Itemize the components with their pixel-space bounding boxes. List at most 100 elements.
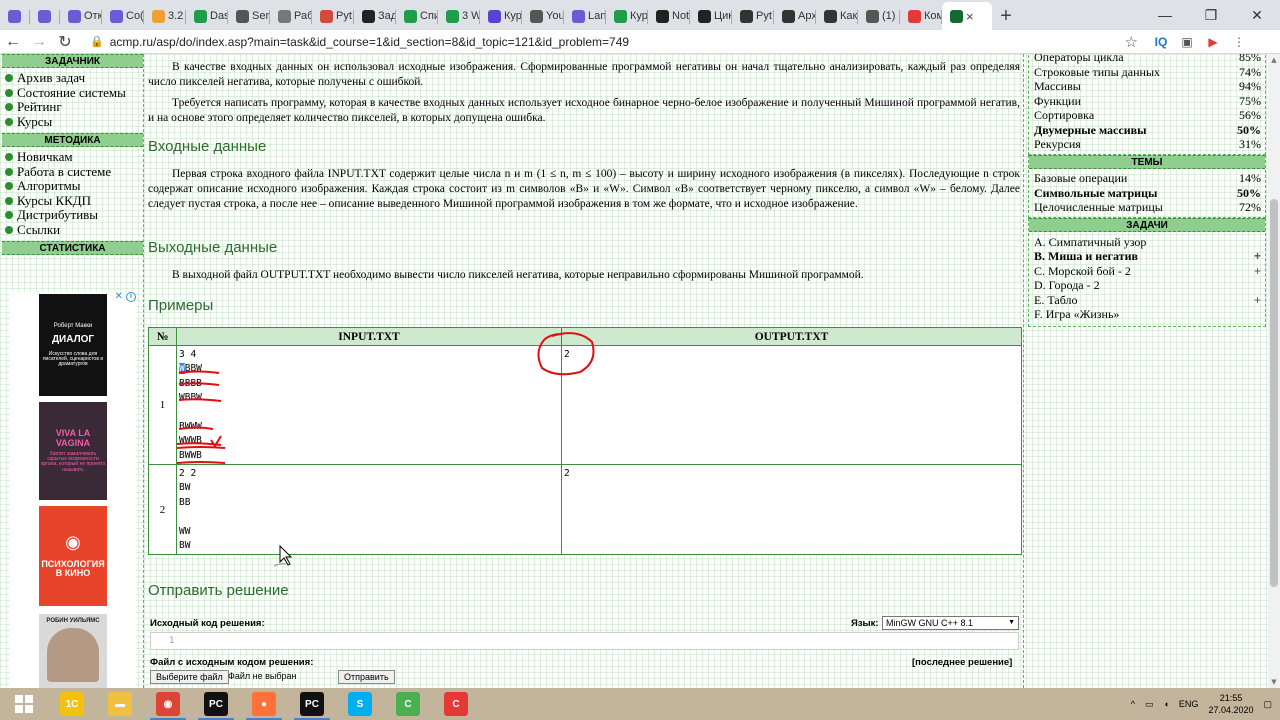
close-window-button[interactable]: ✕ (1234, 0, 1280, 30)
menu-item-kkdp-courses[interactable]: Курсы ККДП (2, 193, 143, 209)
browser-tab[interactable]: Pyt (732, 2, 774, 30)
clock[interactable]: 21:55 27.04.2020 (1208, 692, 1253, 716)
task-row-current[interactable]: B. Миша и негатив + (1029, 249, 1265, 264)
ad-book-2[interactable]: VIVA LA VAGINA Хватит замалчивать скрыты… (39, 402, 107, 500)
network-icon[interactable]: ▭ (1145, 699, 1154, 710)
browser-menu-icon[interactable]: ⋮ (1228, 35, 1250, 49)
start-button[interactable] (0, 688, 48, 720)
browser-tab[interactable]: Цик (690, 2, 732, 30)
bookmark-star-icon[interactable]: ☆ (1125, 33, 1146, 51)
theme-row[interactable]: Целочисленные матрицы 72% (1029, 200, 1265, 215)
ad-book-1[interactable]: Роберт Макки ДИАЛОГ Искусство слова для … (39, 294, 107, 396)
browser-tab[interactable]: Ком (900, 2, 942, 30)
new-tab-button[interactable]: + (992, 2, 1020, 30)
browser-tab[interactable]: You (522, 2, 564, 30)
extension-screenshot-icon[interactable]: ▣ (1176, 35, 1198, 49)
bullet-icon (5, 88, 13, 97)
tab-active[interactable]: × (942, 2, 992, 30)
stat-row[interactable]: Строковые типы данных 74% (1029, 65, 1265, 80)
back-button[interactable]: ← (0, 33, 26, 51)
send-button[interactable]: Отправить (338, 670, 395, 684)
browser-tab[interactable]: Lan (564, 2, 606, 30)
theme-row-current[interactable]: Символьные матрицы 50% (1029, 186, 1265, 201)
stat-row[interactable]: Сортировка 56% (1029, 108, 1265, 123)
stat-row[interactable]: Массивы 94% (1029, 79, 1265, 94)
taskbar-app-button[interactable]: S (336, 688, 384, 720)
language-select[interactable]: MinGW GNU C++ 8.1 ▼ (882, 616, 1019, 630)
ad-book-4[interactable]: РОБИН УИЛЬЯМС (39, 614, 107, 688)
browser-tab[interactable]: Арх (774, 2, 816, 30)
menu-item-algorithms[interactable]: Алгоритмы (2, 178, 143, 194)
menu-item-system-status[interactable]: Состояние системы (2, 85, 143, 101)
browser-tab[interactable]: (1) (858, 2, 900, 30)
task-row[interactable]: E. Табло + (1029, 293, 1265, 308)
ad-close-icon[interactable]: ✕ (115, 291, 123, 302)
browser-tab[interactable] (30, 2, 60, 30)
maximize-button[interactable]: ❐ (1188, 0, 1234, 30)
browser-tab[interactable]: Pyt (312, 2, 354, 30)
menu-item-links[interactable]: Ссылки (2, 222, 143, 238)
page-scrollbar[interactable]: ▲ ▼ (1268, 54, 1280, 688)
browser-tab[interactable]: 3.2 (144, 2, 186, 30)
taskbar-app-button[interactable]: PC (192, 688, 240, 720)
task-row[interactable]: D. Города - 2 (1029, 278, 1265, 293)
browser-tab[interactable]: Спи (396, 2, 438, 30)
taskbar-app-button[interactable]: PC (288, 688, 336, 720)
browser-tab[interactable]: Как (816, 2, 858, 30)
stat-row[interactable]: Рекурсия 31% (1029, 137, 1265, 152)
extension-iq-icon[interactable]: IQ (1150, 35, 1172, 49)
language-indicator[interactable]: ENG (1179, 699, 1199, 709)
eye-icon: ◉ (65, 532, 81, 553)
browser-tab[interactable]: 3 W (438, 2, 480, 30)
taskbar-app-button[interactable]: ● (240, 688, 288, 720)
menu-item-archive[interactable]: Архив задач (2, 70, 143, 86)
browser-tab[interactable]: Ser( (228, 2, 270, 30)
menu-item-rating[interactable]: Рейтинг (2, 99, 143, 115)
scroll-up-icon[interactable]: ▲ (1268, 54, 1280, 66)
task-row[interactable]: F. Игра «Жизнь» (1029, 307, 1265, 322)
taskbar-app-button[interactable]: 1С (48, 688, 96, 720)
menu-item-courses[interactable]: Курсы (2, 114, 143, 130)
menu-item-system-work[interactable]: Работа в системе (2, 164, 143, 180)
taskbar-app-button[interactable]: ▬ (96, 688, 144, 720)
forward-button[interactable]: → (26, 33, 52, 51)
stat-row[interactable]: Операторы цикла 85% (1029, 54, 1265, 65)
task-row[interactable]: C. Морской бой - 2 + (1029, 264, 1265, 279)
extension-youtube-icon[interactable]: ▶ (1202, 35, 1224, 49)
browser-tab[interactable]: Not (648, 2, 690, 30)
source-code-editor[interactable]: 1 (150, 632, 1019, 650)
browser-tab[interactable]: Das (186, 2, 228, 30)
stat-row[interactable]: Функции 75% (1029, 94, 1265, 109)
reload-button[interactable]: ↻ (52, 32, 78, 52)
stat-percent: 74% (1239, 64, 1261, 79)
task-row[interactable]: A. Симпатичный узор (1029, 235, 1265, 250)
menu-item-distributives[interactable]: Дистрибутивы (2, 207, 143, 223)
ad-banner[interactable]: ✕ i Роберт Макки ДИАЛОГ Искусство слова … (10, 291, 136, 688)
theme-row[interactable]: Базовые операции 14% (1029, 171, 1265, 186)
taskbar-app-button[interactable]: ◉ (144, 688, 192, 720)
taskbar-app-button[interactable]: C (432, 688, 480, 720)
browser-tab[interactable]: Отк (60, 2, 102, 30)
stat-row-current[interactable]: Двумерные массивы 50% (1029, 123, 1265, 138)
tray-arrow-icon[interactable]: ^ (1131, 699, 1135, 709)
volume-icon[interactable]: ◖ (1163, 699, 1168, 709)
last-solution-link[interactable]: [последнее решение] (912, 657, 1012, 668)
browser-tab[interactable] (0, 2, 30, 30)
taskbar-app-button[interactable]: C (384, 688, 432, 720)
browser-tab[interactable]: Кур (480, 2, 522, 30)
browser-tab[interactable]: Раб (270, 2, 312, 30)
scroll-thumb[interactable] (1270, 199, 1278, 587)
address-bar[interactable]: 🔒 acmp.ru/asp/do/index.asp?main=task&id_… (84, 31, 1146, 53)
menu-item-beginners[interactable]: Новичкам (2, 149, 143, 165)
browser-tab[interactable]: Со( (102, 2, 144, 30)
choose-file-button[interactable]: Выберите файл (150, 670, 229, 684)
close-tab-icon[interactable]: × (966, 9, 974, 24)
stat-name: Сортировка (1034, 108, 1095, 122)
scroll-down-icon[interactable]: ▼ (1268, 676, 1280, 688)
ad-info-icon[interactable]: i (126, 292, 136, 302)
ad-book-3[interactable]: ◉ ПСИХОЛОГИЯ В КИНО (39, 506, 107, 606)
notifications-icon[interactable]: ▢ (1263, 699, 1272, 710)
minimize-button[interactable]: — (1142, 0, 1188, 30)
browser-tab[interactable]: Кур (606, 2, 648, 30)
browser-tab[interactable]: Зад (354, 2, 396, 30)
